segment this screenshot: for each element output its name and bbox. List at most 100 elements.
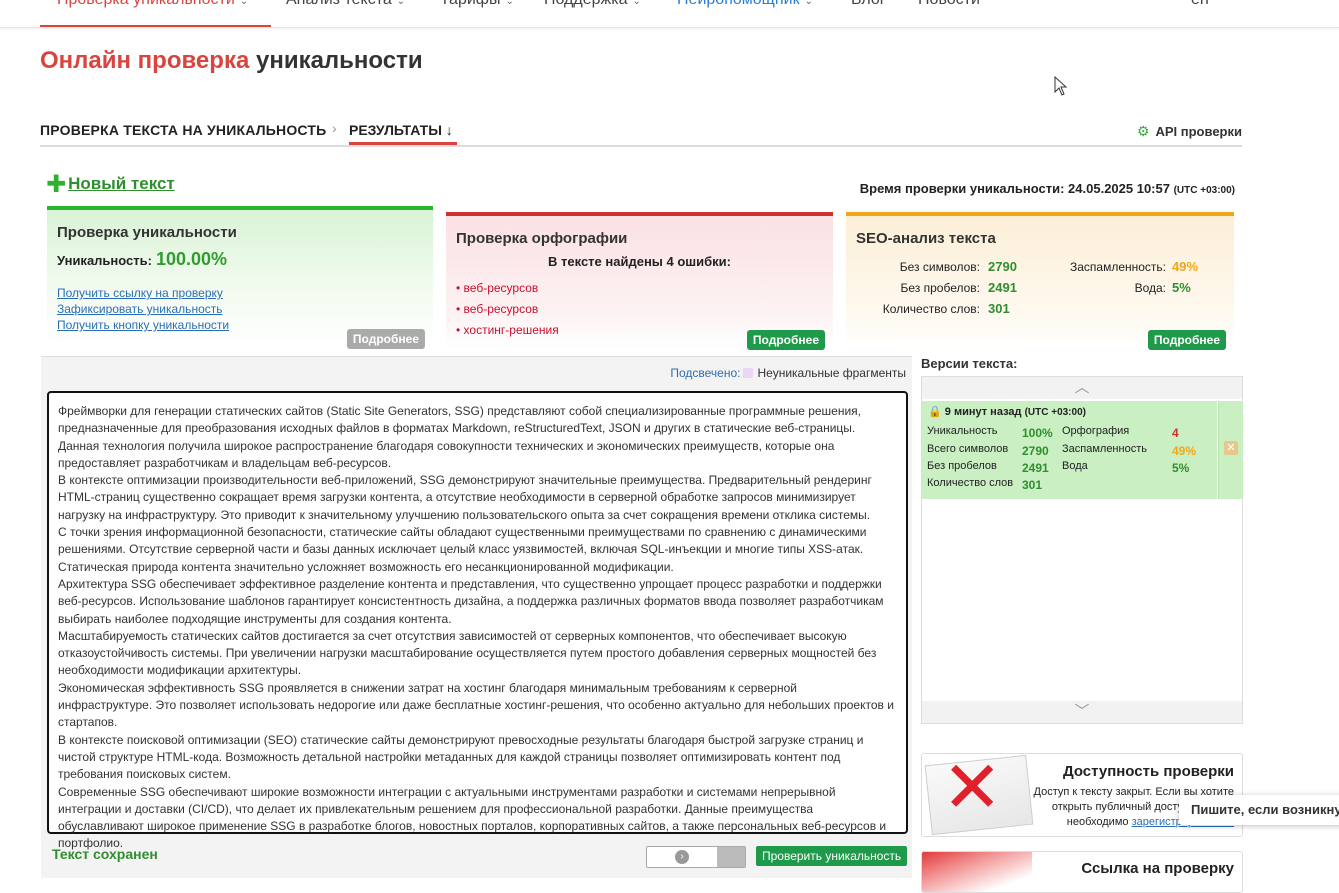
version-spam-label: Заспамленность [1062,443,1147,455]
access-promo-title: Доступность проверки [1062,763,1234,780]
link-promo-title: Ссылка на проверку [1081,860,1234,877]
seo-chars-label: Без символов: [899,260,980,274]
nav-item-uniqueness[interactable]: Проверка уникальности ⌄ [57,0,248,9]
uniqueness-more-button[interactable]: Подробнее [346,329,425,349]
uniqueness-value: 100.00% [155,249,228,269]
api-check-link[interactable]: ⚙ API проверки [1137,123,1242,140]
version-spell-value: 4 [1172,426,1179,440]
version-water-value: 5% [1172,461,1190,475]
version-chars-label: Всего символов [927,443,1009,455]
api-check-label: API проверки [1155,124,1242,139]
nav-item-label: Проверка уникальности [57,0,235,8]
check-link-promo: Ссылка на проверку [921,851,1243,893]
spelling-summary: В тексте найдены 4 ошибки: [548,254,731,269]
nav-item-text-analysis[interactable]: Анализ текста ⌄ [286,0,405,9]
nav-item-support[interactable]: Поддержка ⌄ [544,0,641,9]
top-navigation: Проверка уникальности ⌄ Анализ текста ⌄ Та… [0,0,1339,28]
version-time: 🔒 9 минут назад (UTC +03:00) [928,405,1086,418]
check-time: Время проверки уникальности: 24.05.2025 … [860,181,1235,196]
tab-active-underline [349,142,457,145]
seo-spam-value: 49% [1172,259,1199,274]
seo-more-button[interactable]: Подробнее [1147,330,1226,350]
tab-text-check[interactable]: ПРОВЕРКА ТЕКСТА НА УНИКАЛЬНОСТЬ [40,122,326,138]
plus-icon: ✚ [46,171,67,198]
chevron-down-icon: ⌄ [632,0,641,7]
get-uniqueness-button-link[interactable]: Получить кнопку уникальности [57,318,229,332]
version-time-label: 9 минут назад [944,406,1022,418]
breadcrumb-separator: › [332,120,337,136]
chevron-right-icon: › [675,850,689,864]
version-water-label: Вода [1062,460,1088,472]
nav-item-news[interactable]: Новости [918,0,980,9]
seo-water-value: 5% [1172,280,1191,295]
seo-spam-label: Заспамленность: [1069,260,1166,274]
seo-card: SEO-анализ текста Без символов: 2790 Без… [846,212,1234,350]
check-time-label: Время проверки уникальности: 24.05.2025 … [859,181,1170,196]
highlight-label: Подсвечено: [670,366,741,380]
nav-item-label: Поддержка [544,0,627,8]
tab-results[interactable]: РЕЗУЛЬТАТЫ ↓ [349,122,453,138]
nav-item-tariffs[interactable]: Тарифы ⌄ [440,0,514,9]
version-entry[interactable]: 🔒 9 минут назад (UTC +03:00) Уникальност… [922,401,1217,499]
language-switch[interactable]: en [1191,0,1209,9]
spelling-error-item[interactable]: веб-ресурсов [456,302,539,316]
spelling-card-title: Проверка орфографии [456,230,628,247]
settings-toggle[interactable]: › [646,846,746,868]
version-words-value: 301 [1022,478,1043,492]
uniqueness-label: Уникальность: [57,253,152,268]
text-paragraph: В контексте оптимизации производительнос… [58,473,872,522]
version-uniq-value: 100% [1022,426,1053,440]
text-paragraph: В контексте поисковой оптимизации (SEO) … [58,732,864,782]
mouse-cursor-icon [1054,76,1068,96]
chevron-down-icon: ⌄ [239,0,249,7]
uniqueness-value-row: Уникальность: 100.00% [57,249,227,270]
new-text-link[interactable]: ✚ Новый текст [46,170,175,199]
version-uniq-label: Уникальность [927,425,998,437]
version-chars-value: 2790 [1022,444,1049,458]
version-nospace-value: 2491 [1022,461,1049,475]
seo-card-title: SEO-анализ текста [856,230,996,247]
spelling-more-button[interactable]: Подробнее [746,330,825,350]
check-time-timezone: (UTC +03:00) [1173,185,1235,196]
new-text-label[interactable]: Новый текст [68,174,175,193]
seo-water-label: Вода: [1134,281,1166,295]
checked-text-area[interactable]: Фреймворки для генерации статических сай… [47,391,908,850]
lock-icon: 🔒 [928,406,942,418]
fix-uniqueness-link[interactable]: Зафиксировать уникальность [57,302,223,316]
highlight-legend: Подсвечено: Неуникальные фрагменты [670,366,906,380]
nav-item-label: Анализ текста [286,0,392,8]
link-promo-image [922,852,1032,892]
seo-nospace-value: 2491 [988,280,1017,295]
text-paragraph: Фреймворки для генерации статических сай… [58,404,862,470]
chevron-down-icon: ⌄ [505,0,514,7]
spelling-error-item[interactable]: хостинг-решения [456,323,559,337]
text-saved-status: Текст сохранен [52,846,158,862]
text-paragraph: Масштабируемость статических сайтов дост… [58,628,877,678]
versions-title: Версии текста: [921,356,1018,371]
spelling-error-item[interactable]: веб-ресурсов [456,281,539,295]
delete-version-icon[interactable]: ✕ [1224,441,1238,455]
version-words-label: Количество слов [927,477,1014,489]
chevron-down-icon[interactable]: ﹀ [922,701,1242,723]
versions-list: ︿ 🔒 9 минут назад (UTC +03:00) Уникально… [921,376,1243,724]
version-nospace-label: Без пробелов [927,460,997,472]
chevron-up-icon[interactable]: ︿ [922,377,1242,399]
page-title-highlight: Онлайн проверка [40,47,250,74]
get-check-link[interactable]: Получить ссылку на проверку [57,286,223,300]
highlight-swatch [743,368,754,378]
nav-item-blog[interactable]: Блог [851,0,886,9]
page-title: Онлайн проверка уникальности [40,47,423,75]
page-title-rest: уникальности [255,47,423,74]
chat-widget[interactable]: Пишите, если возникнут вопросы [1179,795,1339,825]
chevron-down-icon: ⌄ [804,0,813,7]
seo-words-value: 301 [988,301,1010,316]
uniqueness-card: Проверка уникальности Уникальность: 100.0… [47,206,433,349]
text-paragraph: Архитектура SSG обеспечивает эффективное… [58,576,884,626]
version-timezone: (UTC +03:00) [1024,407,1086,418]
version-actions: ✕ [1218,401,1243,499]
highlight-legend-text: Неуникальные фрагменты [757,366,906,380]
check-uniqueness-button[interactable]: Проверить уникальность [756,846,908,866]
uniqueness-card-title: Проверка уникальности [57,224,237,241]
nav-item-neuro[interactable]: Нейропомощник ⌄ [677,0,813,9]
nav-item-label: Тарифы [440,0,500,8]
